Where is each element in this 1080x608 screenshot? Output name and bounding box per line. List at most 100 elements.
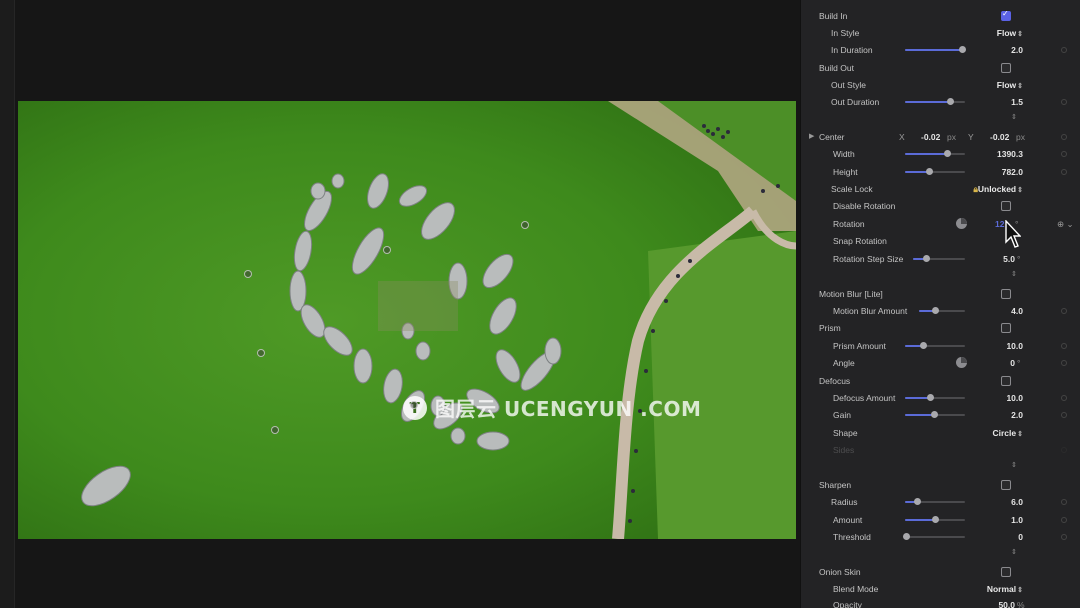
transform-handle[interactable] <box>244 270 252 278</box>
keyframe-diamond-icon[interactable] <box>1061 517 1067 523</box>
in-duration-label: In Duration <box>831 45 873 55</box>
out-duration-slider[interactable] <box>905 98 965 105</box>
gain-slider[interactable] <box>905 411 965 418</box>
amount-label: Amount <box>833 515 863 525</box>
onion-skin-checkbox[interactable] <box>1001 567 1011 577</box>
motion-blur-amount-value[interactable]: 4.0 <box>1011 306 1023 316</box>
out-duration-value[interactable]: 1.5 <box>1011 97 1023 107</box>
out-style-label: Out Style <box>831 80 866 90</box>
stepper-icon[interactable]: ⇕ <box>1011 461 1017 469</box>
video-frame[interactable]: T 图层云 UCENGYUN .COM <box>18 101 796 539</box>
amount-value[interactable]: 1.0 <box>1011 515 1023 525</box>
rotation-dial-icon[interactable] <box>956 218 967 229</box>
keyframe-diamond-icon[interactable] <box>1061 343 1067 349</box>
center-x-value[interactable]: -0.02 <box>921 132 940 142</box>
keyframe-diamond-icon[interactable] <box>1061 151 1067 157</box>
prism-amount-value[interactable]: 10.0 <box>1006 341 1023 351</box>
in-duration-slider[interactable] <box>905 46 966 53</box>
motion-blur-amount-slider[interactable] <box>919 307 965 314</box>
transform-handle[interactable] <box>257 349 265 357</box>
threshold-value[interactable]: 0 <box>1018 532 1023 542</box>
prism-row: Prism <box>801 320 1080 336</box>
angle-value[interactable]: 0 <box>1010 358 1015 368</box>
defocus-label: Defocus <box>819 376 851 386</box>
threshold-row: Threshold 0 <box>801 529 1080 545</box>
stepper-icon[interactable]: ⇕ <box>1011 270 1017 278</box>
disclosure-triangle-icon[interactable]: ▶ <box>809 132 814 140</box>
shape-row: Shape Circle⇕ <box>801 425 1080 441</box>
defocus-checkbox[interactable] <box>1001 376 1011 386</box>
keyframe-diamond-icon[interactable] <box>1061 169 1067 175</box>
prism-label: Prism <box>819 323 841 333</box>
height-value[interactable]: 782.0 <box>1002 167 1023 177</box>
keyframe-diamond-icon[interactable] <box>1061 412 1067 418</box>
keyframe-diamond-icon[interactable] <box>1061 534 1067 540</box>
shape-popup[interactable]: Circle⇕ <box>993 428 1024 438</box>
transform-handle[interactable] <box>383 246 391 254</box>
opacity-value[interactable]: 50.0 <box>998 600 1015 608</box>
rotation-step-size-row: Rotation Step Size 5.0 ° <box>801 251 1080 267</box>
keyframe-diamond-icon[interactable] <box>1061 499 1067 505</box>
center-y-value[interactable]: -0.02 <box>990 132 1009 142</box>
keyframe-diamond-icon[interactable] <box>1061 99 1067 105</box>
in-duration-value[interactable]: 2.0 <box>1011 45 1023 55</box>
prism-checkbox[interactable] <box>1001 323 1011 333</box>
angle-dial-icon[interactable] <box>956 357 967 368</box>
radius-value[interactable]: 6.0 <box>1011 497 1023 507</box>
stepper-icon[interactable]: ⇕ <box>1011 113 1017 121</box>
radius-row: Radius 6.0 <box>801 494 1080 510</box>
motion-blur-amount-label: Motion Blur Amount <box>833 306 908 316</box>
build-out-checkbox[interactable] <box>1001 63 1011 73</box>
radius-slider[interactable] <box>905 498 965 505</box>
sharpen-checkbox[interactable] <box>1001 480 1011 490</box>
rotation-step-size-value[interactable]: 5.0 <box>1003 254 1015 264</box>
in-style-popup[interactable]: Flow⇕ <box>997 28 1023 38</box>
center-x-unit: px <box>947 132 956 142</box>
height-slider[interactable] <box>905 168 965 175</box>
width-slider[interactable] <box>905 150 965 157</box>
left-panel-edge <box>0 0 15 608</box>
angle-unit: ° <box>1017 358 1021 368</box>
canvas-viewer: T 图层云 UCENGYUN .COM <box>0 0 800 608</box>
out-style-popup[interactable]: Flow⇕ <box>997 80 1023 90</box>
keyframe-diamond-icon[interactable] <box>1061 47 1067 53</box>
transform-handle[interactable] <box>410 401 418 409</box>
onion-skin-row: Onion Skin <box>801 564 1080 580</box>
scale-lock-popup[interactable]: 🔒︎Unlocked⇕ <box>973 184 1023 195</box>
width-row: Width 1390.3 <box>801 146 1080 162</box>
sharpen-row: Sharpen <box>801 477 1080 493</box>
out-duration-row: Out Duration 1.5 <box>801 94 1080 110</box>
transform-handle[interactable] <box>521 221 529 229</box>
radius-label: Radius <box>831 497 858 507</box>
transform-handle[interactable] <box>271 426 279 434</box>
defocus-amount-value[interactable]: 10.0 <box>1006 393 1023 403</box>
defocus-amount-row: Defocus Amount 10.0 <box>801 390 1080 406</box>
defocus-amount-slider[interactable] <box>905 394 965 401</box>
in-style-label: In Style <box>831 28 860 38</box>
rotation-value[interactable]: 12 <box>995 219 1004 229</box>
blend-mode-popup[interactable]: Normal⇕ <box>987 584 1023 594</box>
disable-rotation-checkbox[interactable] <box>1001 201 1011 211</box>
stepper-icon: ⇕ <box>1017 31 1023 38</box>
width-value[interactable]: 1390.3 <box>997 149 1023 159</box>
keyframe-diamond-icon[interactable] <box>1061 360 1067 366</box>
gain-value[interactable]: 2.0 <box>1011 410 1023 420</box>
threshold-slider[interactable] <box>903 533 965 540</box>
motion-blur-amount-row: Motion Blur Amount 4.0 <box>801 303 1080 319</box>
amount-slider[interactable] <box>905 516 965 523</box>
keyframe-add-icon[interactable]: ⊕ ⌄ <box>1057 219 1074 230</box>
rotation-step-size-unit: ° <box>1017 254 1021 264</box>
group-stepper-row: ⇕ <box>801 546 1080 562</box>
scale-lock-label: Scale Lock <box>831 184 873 194</box>
motion-blur-checkbox[interactable] <box>1001 289 1011 299</box>
keyframe-diamond-icon[interactable] <box>1061 134 1067 140</box>
build-in-checkbox[interactable] <box>1001 9 1011 21</box>
stepper-icon[interactable]: ⇕ <box>1011 548 1017 556</box>
opacity-row: Opacity 50.0 % <box>801 597 1080 608</box>
keyframe-diamond-icon[interactable] <box>1061 308 1067 314</box>
keyframe-diamond-icon[interactable] <box>1061 395 1067 401</box>
rotation-step-size-slider[interactable] <box>913 255 965 262</box>
shape-label: Shape <box>833 428 858 438</box>
defocus-row: Defocus <box>801 373 1080 389</box>
prism-amount-slider[interactable] <box>905 342 965 349</box>
